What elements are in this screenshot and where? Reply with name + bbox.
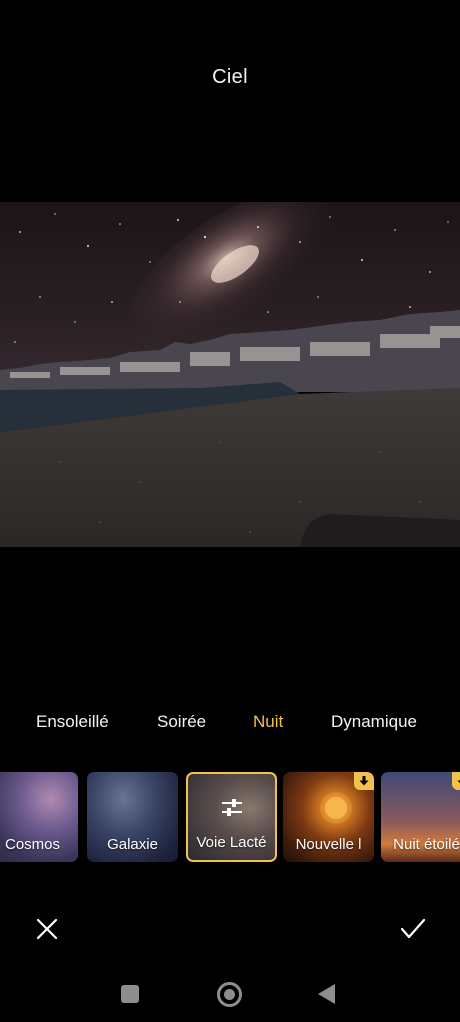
download-badge xyxy=(354,772,374,790)
night-beach-image xyxy=(0,202,460,547)
preset-label: Nouvelle l xyxy=(295,836,362,853)
confirm-button[interactable] xyxy=(398,916,428,942)
back-button[interactable] xyxy=(318,984,335,1004)
preset-galaxie[interactable]: Galaxie xyxy=(87,772,178,862)
preset-voie-lactee[interactable]: Voie Lacté xyxy=(186,772,277,862)
tab-dynamique[interactable]: Dynamique xyxy=(331,712,417,732)
system-nav-bar xyxy=(0,980,460,1010)
download-badge xyxy=(452,772,460,790)
preset-nuit-etoilee[interactable]: Nuit étoilé xyxy=(381,772,460,862)
cancel-button[interactable] xyxy=(34,916,60,942)
page-title: Ciel xyxy=(212,66,248,88)
sky-category-tabs: Ensoleillé Soirée Nuit Dynamique xyxy=(0,712,460,738)
close-icon xyxy=(36,918,58,940)
adjust-sliders-icon[interactable] xyxy=(220,798,244,818)
check-icon xyxy=(400,918,426,939)
preset-label: Nuit étoilé xyxy=(393,836,460,853)
home-button[interactable] xyxy=(217,982,242,1007)
preset-label: Galaxie xyxy=(107,836,158,853)
preset-nouvelle-lune[interactable]: Nouvelle l xyxy=(283,772,374,862)
download-icon xyxy=(359,776,369,786)
preset-label: Cosmos xyxy=(4,836,60,853)
preset-label: Voie Lacté xyxy=(196,834,267,851)
recents-button[interactable] xyxy=(121,985,139,1003)
tab-ensoleille[interactable]: Ensoleillé xyxy=(36,712,109,732)
preset-strip[interactable]: Cosmos Galaxie Voie Lacté Nouvelle l Nui… xyxy=(0,772,460,864)
tab-soiree[interactable]: Soirée xyxy=(157,712,206,732)
tab-nuit[interactable]: Nuit xyxy=(253,712,283,732)
preset-cosmos[interactable]: Cosmos xyxy=(0,772,78,862)
photo-preview[interactable] xyxy=(0,202,460,547)
